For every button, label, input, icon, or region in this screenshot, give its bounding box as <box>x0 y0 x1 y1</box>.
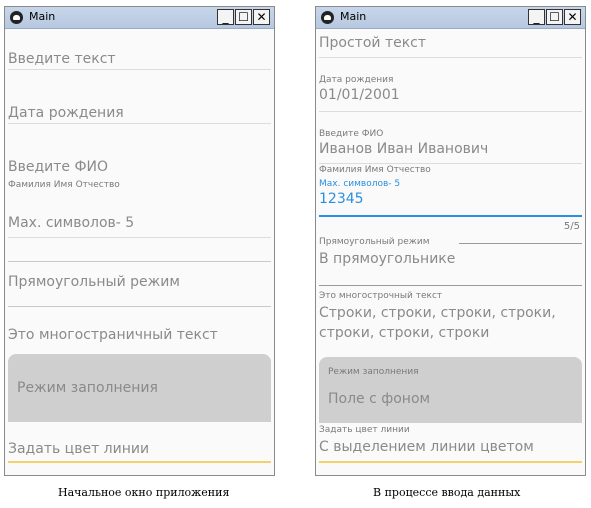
fio-input[interactable]: Введите ФИО Иванов Иван Иванович Фамилия… <box>319 127 582 175</box>
filled-mode-label: Режим заполнения <box>328 367 419 377</box>
text-input-value: Простой текст <box>319 35 427 51</box>
fio-helper-text: Фамилия Имя Отчество <box>319 165 431 175</box>
multiline-input[interactable]: Это многострочный текст Строки, строки, … <box>319 291 582 345</box>
close-button[interactable]: ✕ <box>253 9 270 25</box>
fio-hint: Введите ФИО <box>8 159 109 175</box>
birthdate-label: Дата рождения <box>319 75 394 85</box>
max-length-hint: Max. символов- 5 <box>8 215 135 231</box>
line-color-value: С выделением линии цветом <box>319 439 534 455</box>
line-color-input[interactable]: Задать цвет линии <box>8 427 271 463</box>
multiline-value-line2: строки, строки, строки <box>319 325 490 341</box>
birthdate-value: 01/01/2001 <box>319 87 400 103</box>
fio-value: Иванов Иван Иванович <box>319 141 489 157</box>
filled-mode-input[interactable]: Режим заполнения <box>8 354 271 422</box>
max-length-value: 12345 <box>319 191 364 207</box>
max-length-label: Max. символов- 5 <box>319 179 401 189</box>
text-input[interactable]: Простой текст <box>319 29 582 58</box>
birthdate-input[interactable]: Дата рождения <box>8 77 271 124</box>
multiline-value-line1: Строки, строки, строки, строки, <box>319 305 556 321</box>
text-input[interactable]: Введите текст <box>8 29 271 70</box>
close-button[interactable]: ✕ <box>564 9 581 25</box>
multiline-label: Это многострочный текст <box>319 291 443 301</box>
maximize-button[interactable]: ☐ <box>546 9 563 25</box>
max-length-input[interactable]: Max. символов- 5 12345 5/5 <box>319 179 582 239</box>
fio-input[interactable]: Введите ФИО Фамилия Имя Отчество <box>8 129 271 199</box>
app-icon <box>321 11 334 24</box>
title-bar[interactable]: Main _ ☐ ✕ <box>5 7 274 29</box>
caption-right: В процессе ввода данных <box>373 486 521 499</box>
minimize-button[interactable]: _ <box>217 9 234 25</box>
rectangle-mode-hint: Прямоугольный режим <box>8 274 180 290</box>
title-bar[interactable]: Main _ ☐ ✕ <box>316 7 585 29</box>
rectangle-mode-value: В прямоугольнике <box>319 251 456 267</box>
main-window-initial: Main _ ☐ ✕ Введите текст Дата рождения В… <box>4 6 275 476</box>
char-counter: 5/5 <box>563 221 580 232</box>
maximize-button[interactable]: ☐ <box>235 9 252 25</box>
caption-left: Начальное окно приложения <box>58 486 230 499</box>
rectangle-mode-input[interactable]: Прямоугольный режим В прямоугольнике <box>319 237 582 289</box>
line-color-label: Задать цвет линии <box>319 425 410 435</box>
fio-label: Введите ФИО <box>319 129 384 139</box>
filled-mode-value: Поле с фоном <box>328 391 431 407</box>
rectangle-mode-input[interactable]: Прямоугольный режим <box>8 261 271 308</box>
minimize-button[interactable]: _ <box>528 9 545 25</box>
multiline-input[interactable]: Это многостраничный текст <box>8 307 271 351</box>
filled-mode-input[interactable]: Режим заполнения Поле с фоном <box>319 357 582 423</box>
birthdate-input[interactable]: Дата рождения 01/01/2001 <box>319 73 582 112</box>
window-title: Main <box>29 10 56 23</box>
window-title: Main <box>340 10 367 23</box>
main-window-input: Main _ ☐ ✕ Простой текст Дата рождения 0… <box>315 6 586 476</box>
multiline-hint: Это многостраничный текст <box>8 327 218 343</box>
line-color-hint: Задать цвет линии <box>8 441 150 457</box>
rectangle-mode-label: Прямоугольный режим <box>319 237 434 247</box>
max-length-input[interactable]: Max. символов- 5 <box>8 199 271 239</box>
line-color-input[interactable]: Задать цвет линии С выделением линии цве… <box>319 425 582 465</box>
birthdate-hint: Дата рождения <box>8 105 124 121</box>
app-icon <box>10 11 23 24</box>
fio-helper-text: Фамилия Имя Отчество <box>8 180 120 190</box>
filled-mode-hint: Режим заполнения <box>17 380 158 396</box>
text-input-hint: Введите текст <box>8 51 116 67</box>
